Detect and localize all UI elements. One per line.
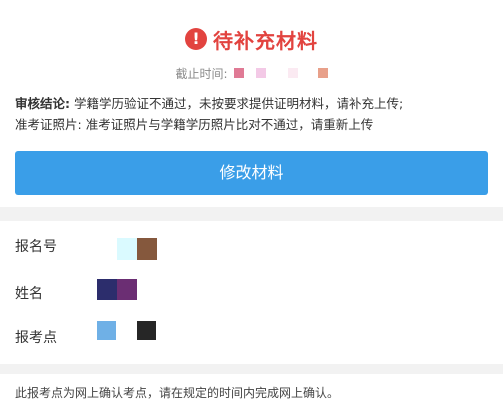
status-panel: ! 待补充材料 截止时间: 审核结论: 学籍学历验证不通过，未按要求提供证明材料… <box>0 0 503 207</box>
redacted-registration-number <box>137 238 157 260</box>
photo-review-label: 准考证照片: <box>15 117 82 132</box>
redacted-deadline-block <box>317 68 328 78</box>
redacted-exam-site <box>97 321 116 340</box>
exam-site-notice: 此报考点为网上确认考点，请在规定的时间内完成网上确认。 <box>15 386 340 400</box>
redacted-deadline-block <box>233 68 244 78</box>
exclamation-circle-icon: ! <box>185 28 207 50</box>
review-conclusion-text: 学籍学历验证不通过，未按要求提供证明材料，请补充上传; <box>73 96 404 111</box>
registration-number-label: 报名号 <box>15 239 57 255</box>
photo-review-text: 准考证照片与学籍学历照片比对不通过，请重新上传 <box>85 117 374 132</box>
status-title: 待补充材料 <box>213 28 318 53</box>
edit-materials-button[interactable]: 修改材料 <box>15 151 488 195</box>
redacted-exam-site <box>137 321 156 340</box>
review-conclusion: 审核结论: 学籍学历验证不通过，未按要求提供证明材料，请补充上传; <box>15 95 495 113</box>
photo-review: 准考证照片: 准考证照片与学籍学历照片比对不通过，请重新上传 <box>15 116 495 134</box>
name-label: 姓名 <box>15 286 43 302</box>
exam-site-label: 报考点 <box>15 330 57 346</box>
deadline-row: 截止时间: <box>0 62 503 84</box>
applicant-info: 报名号 姓名 报考点 <box>0 221 503 364</box>
redacted-deadline-block <box>287 68 298 78</box>
deadline-label: 截止时间: <box>175 66 228 81</box>
section-divider <box>0 364 503 374</box>
redacted-deadline-block <box>255 68 266 78</box>
redacted-name <box>97 279 117 300</box>
redacted-registration-number <box>117 238 137 260</box>
status-header: ! 待补充材料 <box>0 22 503 56</box>
section-divider <box>0 207 503 221</box>
redacted-name <box>117 279 137 300</box>
review-conclusion-label: 审核结论: <box>15 96 70 111</box>
